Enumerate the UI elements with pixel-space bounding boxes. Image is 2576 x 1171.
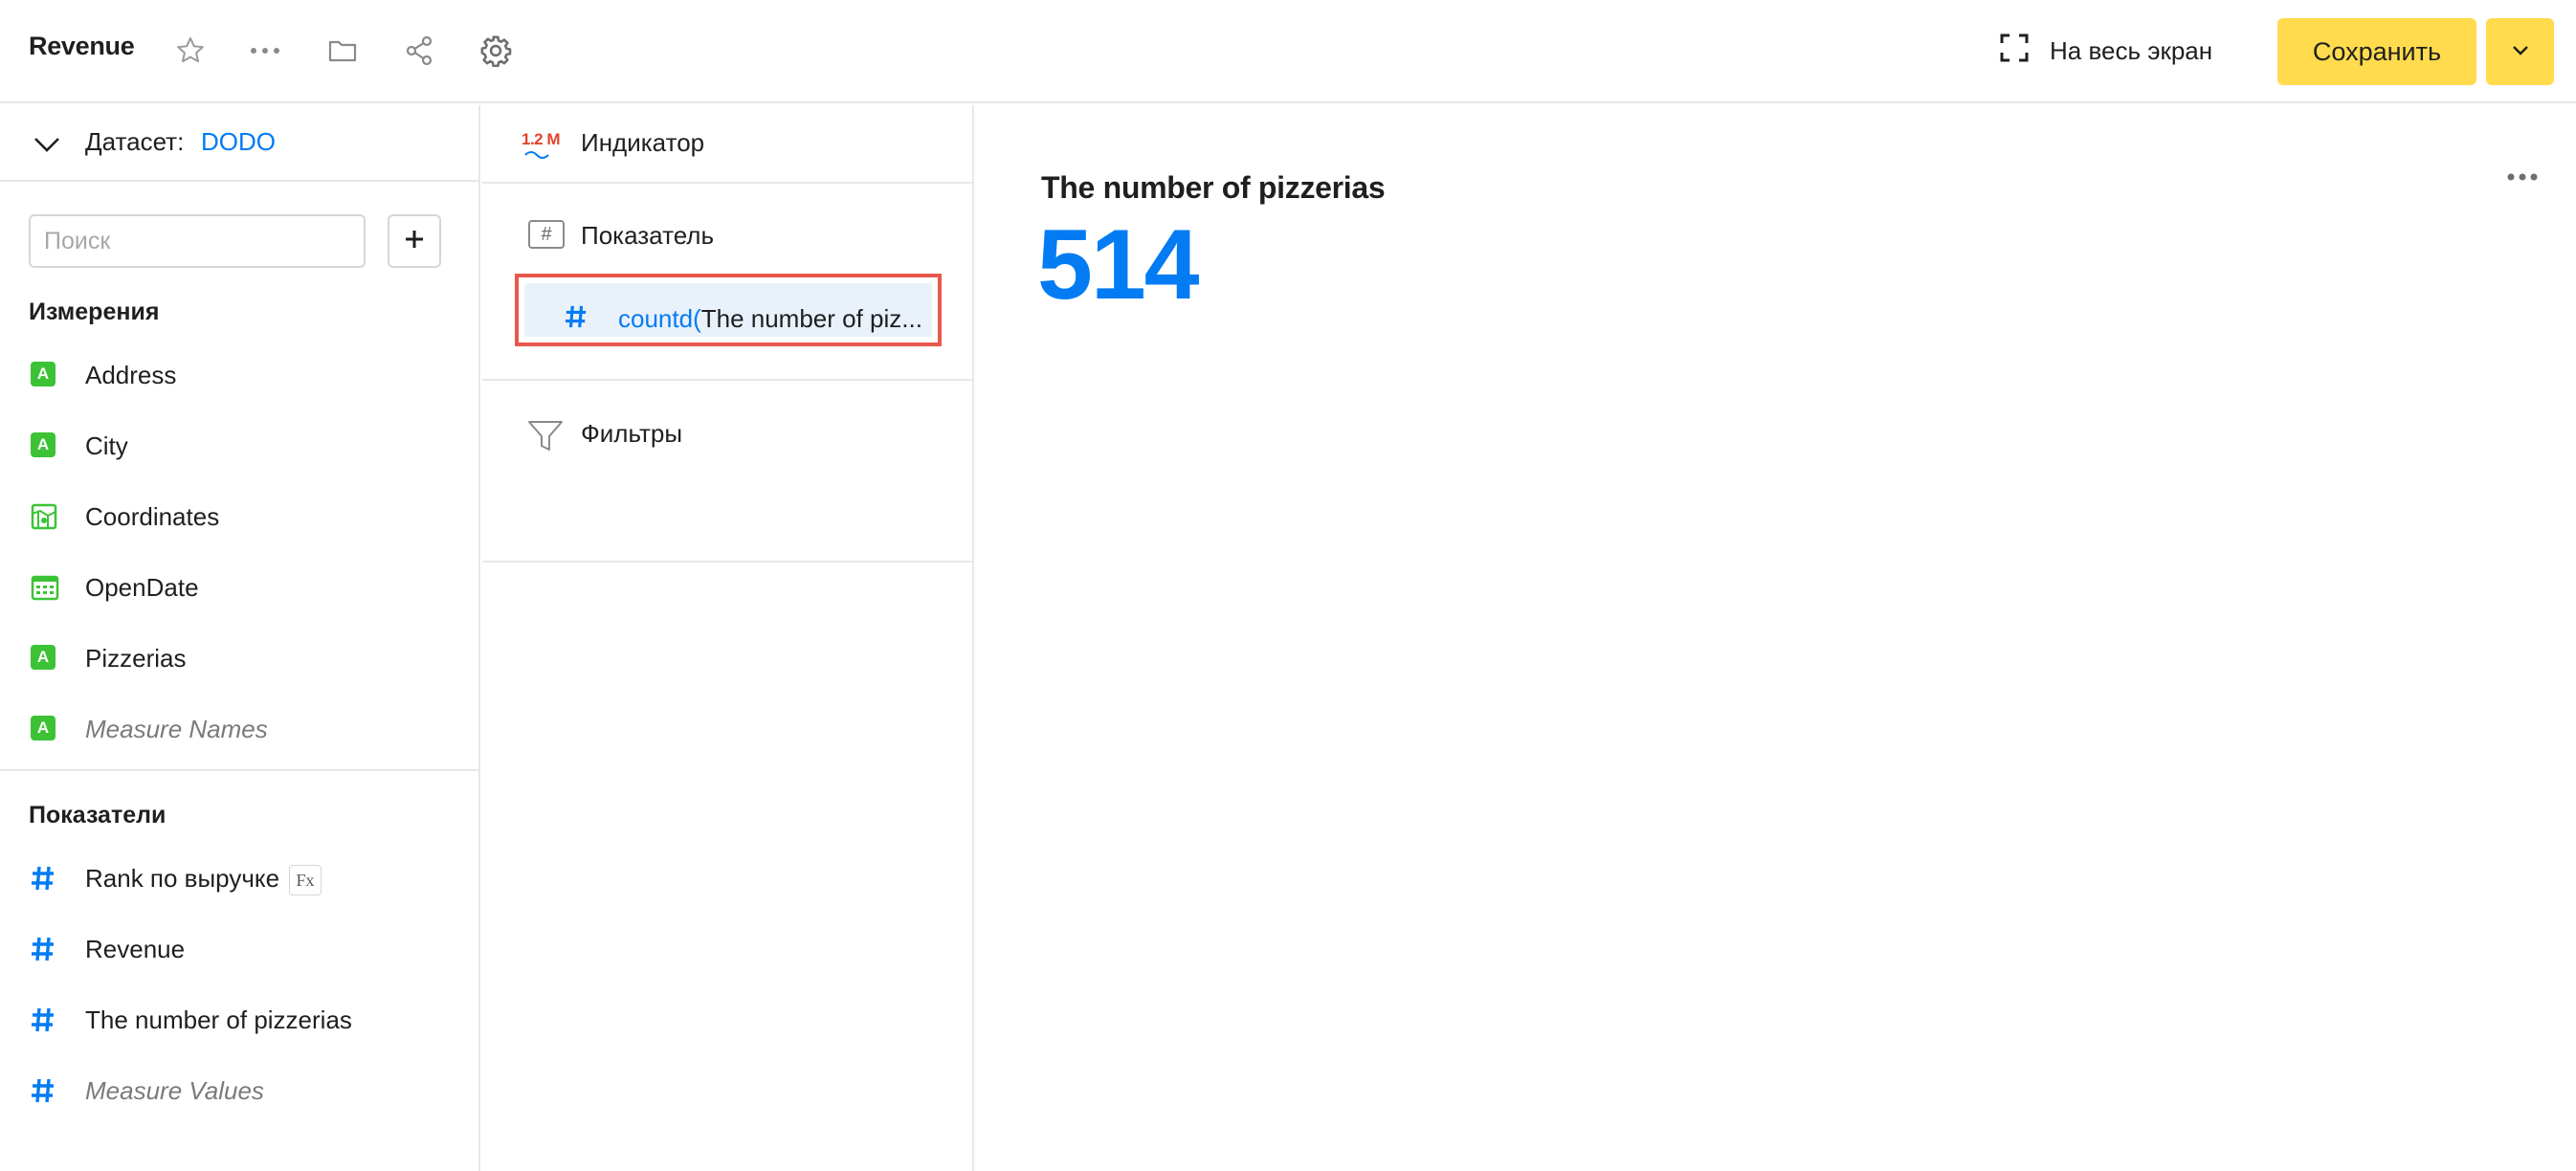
save-button[interactable]: Сохранить xyxy=(2277,18,2476,85)
chevron-down-icon xyxy=(2512,43,2529,60)
visualization-type-selector[interactable]: 1.2 M Индикатор xyxy=(482,105,972,182)
dimension-field-city[interactable]: A City xyxy=(0,419,478,473)
indicator-viz-icon: 1.2 M xyxy=(522,130,562,161)
measure-field-number-of-pizzerias[interactable]: The number of pizzerias xyxy=(0,993,478,1047)
measure-field-rank[interactable]: Rank по выручке Fx xyxy=(0,851,478,905)
number-type-icon xyxy=(31,936,57,962)
dataset-name-link[interactable]: DODO xyxy=(201,127,276,157)
field-label: Address xyxy=(85,361,177,389)
fullscreen-icon xyxy=(2000,33,2029,69)
formula-fx-icon: Fx xyxy=(289,865,322,896)
string-type-icon: A xyxy=(31,716,57,742)
dimension-field-address[interactable]: A Address xyxy=(0,348,478,402)
string-type-icon: A xyxy=(31,432,57,459)
star-icon[interactable] xyxy=(170,31,211,71)
dimension-field-pizzerias[interactable]: A Pizzerias xyxy=(0,631,478,685)
section-divider xyxy=(0,769,478,771)
string-type-icon: A xyxy=(31,645,57,672)
folder-icon[interactable] xyxy=(322,31,363,71)
filter-icon xyxy=(526,419,565,458)
geo-type-icon xyxy=(31,503,57,530)
measures-heading: Показатели xyxy=(29,802,167,829)
save-options-dropdown[interactable] xyxy=(2486,18,2554,85)
share-icon[interactable] xyxy=(399,31,439,71)
measure-slot-label: Показатель xyxy=(581,221,715,250)
string-type-icon: A xyxy=(31,362,57,388)
fullscreen-button[interactable]: На весь экран xyxy=(2000,31,2212,71)
dimension-field-coordinates[interactable]: Coordinates xyxy=(0,490,478,543)
search-input[interactable] xyxy=(29,214,366,268)
page-title: Revenue xyxy=(29,32,135,60)
field-label: Rank по выручке xyxy=(85,864,280,893)
number-type-icon xyxy=(31,1077,57,1104)
more-menu-icon[interactable] xyxy=(245,31,285,71)
indicator-value: 514 xyxy=(1037,210,1200,320)
visualization-type-label: Индикатор xyxy=(581,128,705,157)
field-label: City xyxy=(85,431,128,460)
section-divider xyxy=(482,561,972,563)
add-field-button[interactable] xyxy=(388,214,441,268)
measure-field-measure-values[interactable]: Measure Values xyxy=(0,1064,478,1117)
field-label: Pizzerias xyxy=(85,644,187,673)
top-bar: Revenue На весь экран Сохранить xyxy=(0,0,2576,103)
measure-field-revenue[interactable]: Revenue xyxy=(0,922,478,976)
gear-icon[interactable] xyxy=(476,31,516,71)
indicator-title: The number of pizzerias xyxy=(1041,170,1386,205)
section-divider xyxy=(482,379,972,381)
dimensions-heading: Измерения xyxy=(29,298,160,325)
number-type-icon xyxy=(565,304,588,329)
dataset-selector[interactable]: Датасет: DODO xyxy=(0,105,480,182)
measure-slot-icon: # xyxy=(528,220,565,249)
filters-slot-label: Фильтры xyxy=(581,419,683,448)
number-type-icon xyxy=(31,1006,57,1033)
dimension-field-measure-names[interactable]: A Measure Names xyxy=(0,702,478,756)
chart-preview-area: The number of pizzerias 514 xyxy=(974,105,2576,1171)
section-divider xyxy=(482,182,972,184)
field-label-wrap: Rank по выручке Fx xyxy=(85,864,322,896)
measure-chip[interactable]: countd(The number of piz... xyxy=(515,274,942,346)
field-label: Measure Names xyxy=(85,715,268,743)
number-type-icon xyxy=(31,865,57,892)
field-label: Measure Values xyxy=(85,1076,264,1105)
plus-icon xyxy=(403,228,426,255)
widget-menu-icon[interactable] xyxy=(2501,163,2543,191)
measure-chip-body: countd(The number of piz... xyxy=(524,283,932,337)
field-label: OpenDate xyxy=(85,573,199,602)
dataset-label: Датасет: xyxy=(85,127,185,156)
field-label: Revenue xyxy=(85,935,186,963)
field-label: The number of pizzerias xyxy=(85,1005,352,1034)
dimension-field-opendate[interactable]: OpenDate xyxy=(0,561,478,614)
visualization-config-panel: 1.2 M Индикатор # Показатель countd(The … xyxy=(482,105,974,1171)
measure-chip-label: countd(The number of piz... xyxy=(618,304,922,333)
field-label: Coordinates xyxy=(85,502,220,531)
date-type-icon xyxy=(31,574,59,601)
fullscreen-label: На весь экран xyxy=(2050,35,2213,65)
chevron-down-icon[interactable] xyxy=(31,130,63,159)
dataset-fields-panel: Датасет: DODO Измерения A Address A City… xyxy=(0,105,480,1171)
